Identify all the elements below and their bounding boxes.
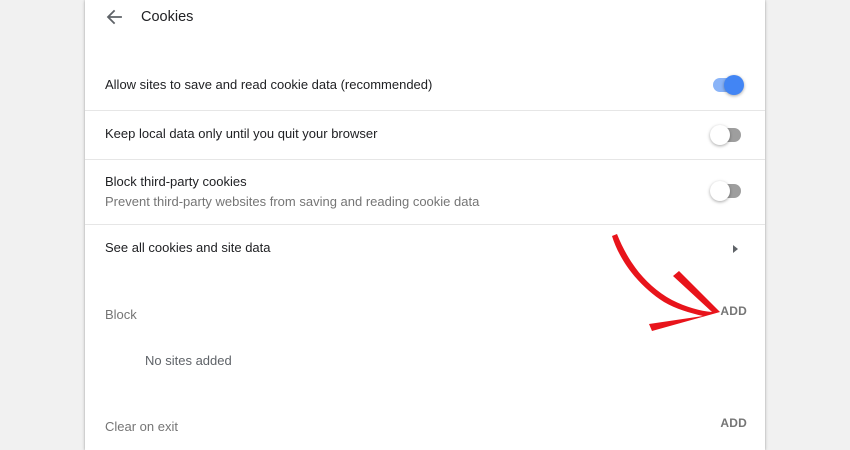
setting-label: Keep local data only until you quit your… bbox=[105, 126, 378, 141]
toggle-knob bbox=[710, 181, 730, 201]
setting-row-block-third-party[interactable]: Block third-party cookies Prevent third-… bbox=[85, 159, 765, 224]
toggle-knob bbox=[710, 125, 730, 145]
block-section-title: Block bbox=[105, 307, 137, 322]
clear-on-exit-add-button[interactable]: ADD bbox=[715, 416, 747, 430]
toggle-block-third-party[interactable] bbox=[710, 181, 744, 201]
see-all-cookies-label: See all cookies and site data bbox=[105, 240, 271, 255]
chevron-right-icon bbox=[733, 245, 738, 253]
setting-sublabel: Prevent third-party websites from saving… bbox=[105, 194, 480, 209]
block-add-button[interactable]: ADD bbox=[715, 304, 747, 318]
settings-card: Cookies Allow sites to save and read coo… bbox=[85, 0, 765, 450]
clear-on-exit-section-title: Clear on exit bbox=[105, 419, 178, 434]
setting-row-allow-cookies[interactable]: Allow sites to save and read cookie data… bbox=[85, 60, 765, 110]
page-title: Cookies bbox=[141, 9, 194, 25]
see-all-cookies-row[interactable]: See all cookies and site data bbox=[85, 224, 765, 272]
back-button[interactable] bbox=[103, 6, 125, 28]
toggle-keep-local-data[interactable] bbox=[710, 125, 744, 145]
setting-row-keep-local-data[interactable]: Keep local data only until you quit your… bbox=[85, 110, 765, 159]
toggle-allow-cookies[interactable] bbox=[710, 75, 744, 95]
arrow-back-icon bbox=[106, 9, 122, 25]
toggle-knob bbox=[724, 75, 744, 95]
page-header: Cookies bbox=[85, 0, 765, 36]
block-empty-text: No sites added bbox=[145, 353, 232, 368]
setting-label: Allow sites to save and read cookie data… bbox=[105, 77, 433, 92]
setting-label: Block third-party cookies bbox=[105, 174, 247, 189]
